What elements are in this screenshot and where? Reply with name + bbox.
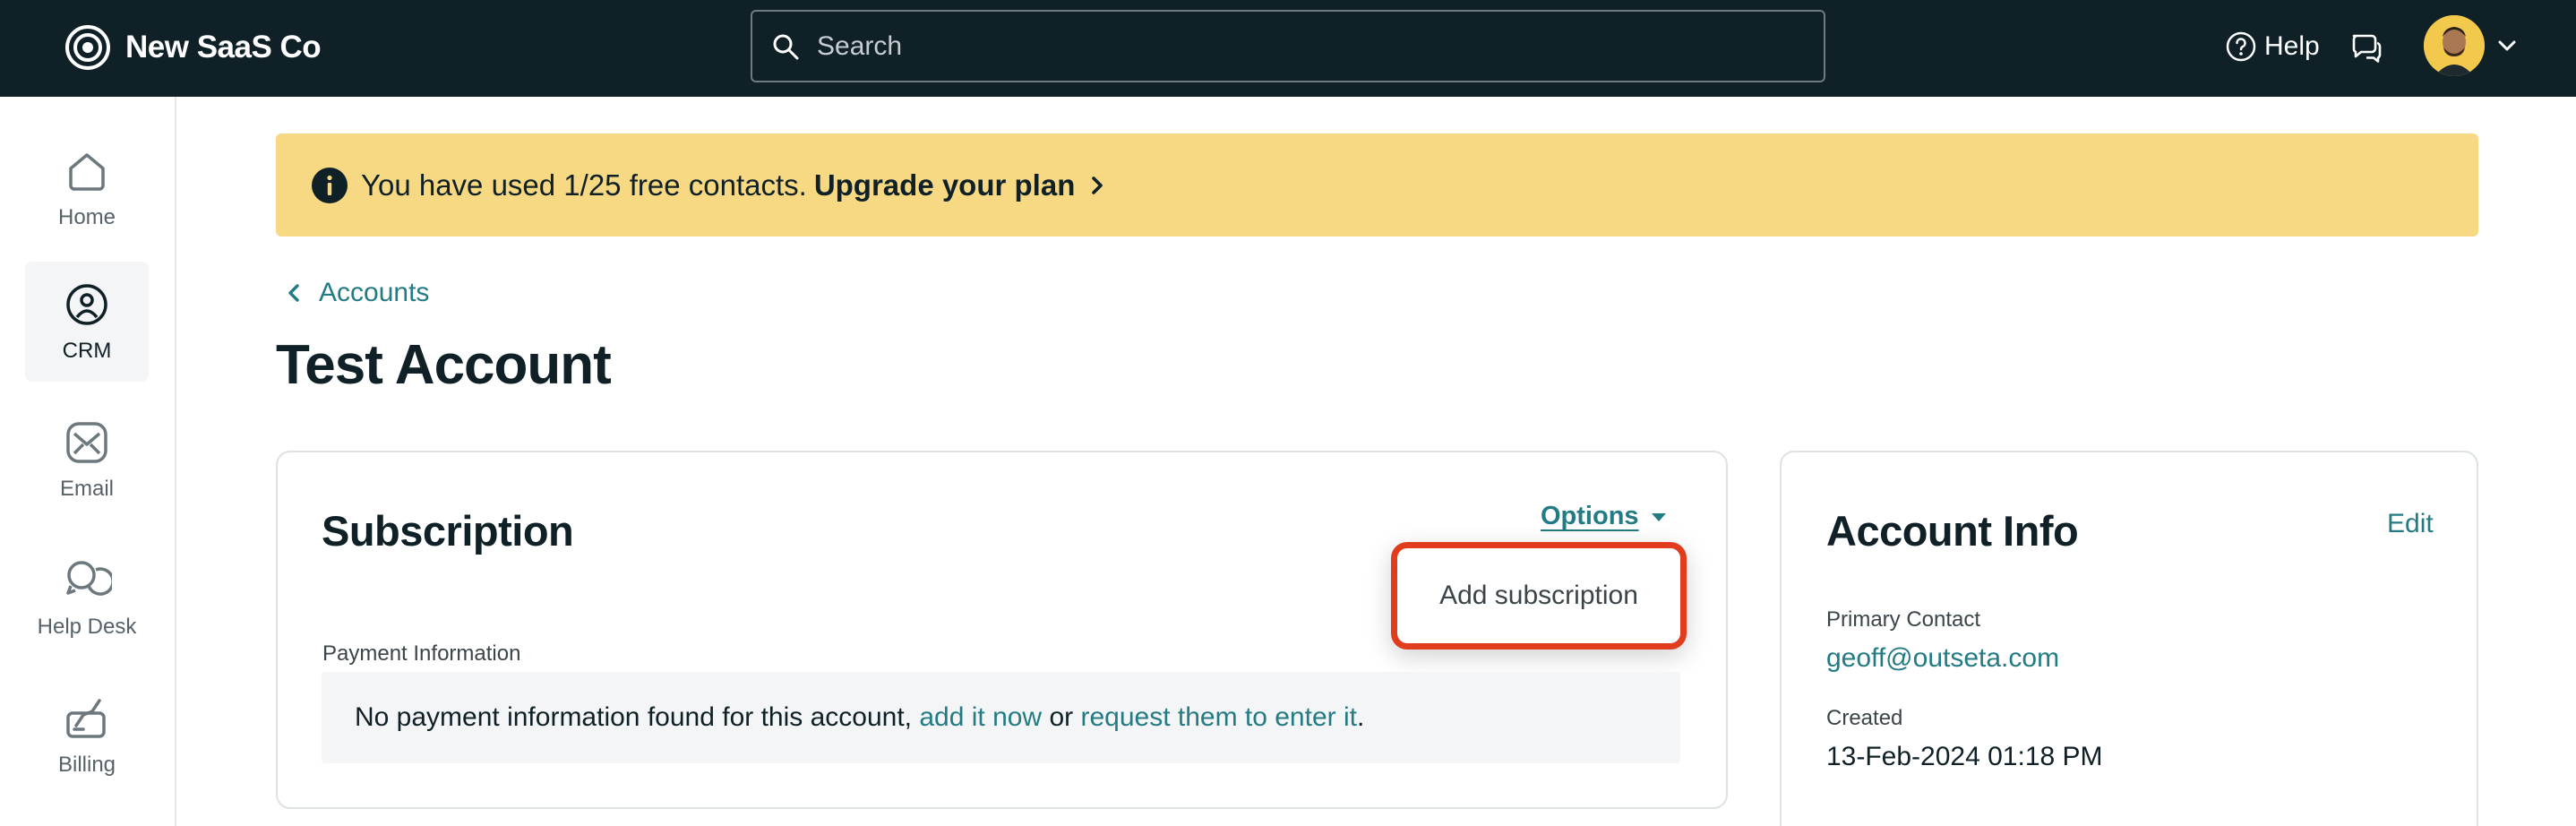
crm-icon	[66, 284, 107, 325]
help-desk-icon	[66, 561, 112, 596]
sidebar-item-billing[interactable]: Billing	[25, 675, 149, 796]
sidebar-item-home[interactable]: Home	[25, 128, 149, 248]
caret-down-icon	[1651, 512, 1666, 521]
chevron-down-icon[interactable]	[2495, 34, 2519, 57]
brand-name: New SaaS Co	[125, 30, 322, 65]
search-icon	[773, 34, 799, 59]
sidebar-item-label: Email	[59, 477, 114, 501]
options-dropdown-menu: Add subscription	[1391, 542, 1687, 650]
brand[interactable]: New SaaS Co	[64, 22, 322, 73]
options-label: Options	[1541, 502, 1639, 530]
chevron-left-icon	[288, 284, 299, 302]
request-payment-link[interactable]: request them to enter it	[1080, 702, 1357, 733]
user-avatar-image	[2424, 15, 2485, 76]
info-icon	[312, 167, 348, 203]
usage-banner: You have used 1/25 free contacts. Upgrad…	[276, 133, 2478, 237]
search-input[interactable]	[817, 30, 1802, 62]
sidebar-item-label: Home	[57, 205, 116, 229]
email-icon	[66, 422, 107, 463]
help-button[interactable]: Help	[2225, 27, 2320, 66]
sidebar-item-label: CRM	[62, 339, 112, 363]
sidebar-item-label: Help Desk	[37, 615, 137, 639]
home-icon	[69, 153, 105, 191]
created-label: Created	[1826, 706, 1903, 730]
upgrade-plan-link[interactable]: Upgrade your plan	[814, 168, 1076, 202]
banner-text: You have used 1/25 free contacts.	[361, 168, 807, 202]
payment-information-label: Payment Information	[322, 641, 521, 666]
sidebar-item-email[interactable]: Email	[25, 400, 149, 520]
chat-icon[interactable]	[2348, 29, 2384, 65]
page-title: Test Account	[276, 334, 612, 396]
brand-logo-icon	[65, 25, 110, 70]
edit-account-button[interactable]: Edit	[2387, 509, 2434, 539]
chevron-right-icon[interactable]	[1087, 173, 1107, 198]
subscription-title: Subscription	[322, 507, 574, 555]
sidebar-item-help-desk[interactable]: Help Desk	[25, 538, 149, 658]
user-avatar[interactable]	[2424, 15, 2485, 76]
add-subscription-menu-item[interactable]: Add subscription	[1439, 581, 1638, 611]
add-payment-link[interactable]: add it now	[919, 702, 1042, 733]
help-label: Help	[2264, 31, 2320, 61]
payment-information-box: No payment information found for this ac…	[322, 672, 1680, 763]
breadcrumb-accounts-link[interactable]: Accounts	[319, 278, 429, 308]
account-info-title: Account Info	[1826, 507, 2079, 555]
payment-text-end: .	[1356, 702, 1365, 732]
breadcrumb[interactable]: Accounts	[285, 278, 429, 308]
payment-text: No payment information found for this ac…	[355, 702, 920, 732]
sidebar-item-label: Billing	[57, 753, 116, 777]
sidebar-item-crm[interactable]: CRM	[25, 262, 149, 382]
billing-icon	[66, 699, 106, 738]
options-dropdown-toggle[interactable]: Options	[1541, 502, 1668, 531]
payment-text-or: or	[1042, 702, 1081, 732]
primary-contact-link[interactable]: geoff@outseta.com	[1826, 643, 2059, 674]
primary-contact-label: Primary Contact	[1826, 607, 1981, 632]
search-bar[interactable]	[751, 10, 1825, 82]
help-icon	[2226, 31, 2256, 62]
created-value: 13-Feb-2024 01:18 PM	[1826, 742, 2103, 771]
top-navigation-bar: New SaaS Co Help	[0, 0, 2576, 97]
